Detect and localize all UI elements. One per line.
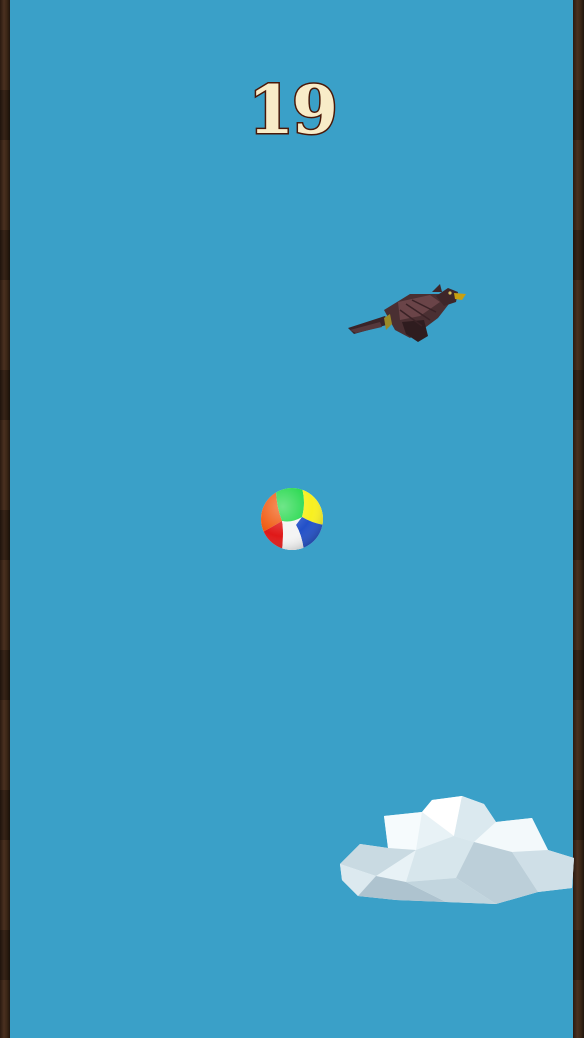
low-poly-cloud	[340, 796, 574, 904]
left-wooden-wall	[0, 0, 10, 1038]
game-stage[interactable]: 19	[0, 0, 584, 1038]
score-counter: 19	[247, 70, 340, 151]
beach-ball-player	[261, 488, 323, 550]
eagle-enemy	[348, 284, 466, 342]
